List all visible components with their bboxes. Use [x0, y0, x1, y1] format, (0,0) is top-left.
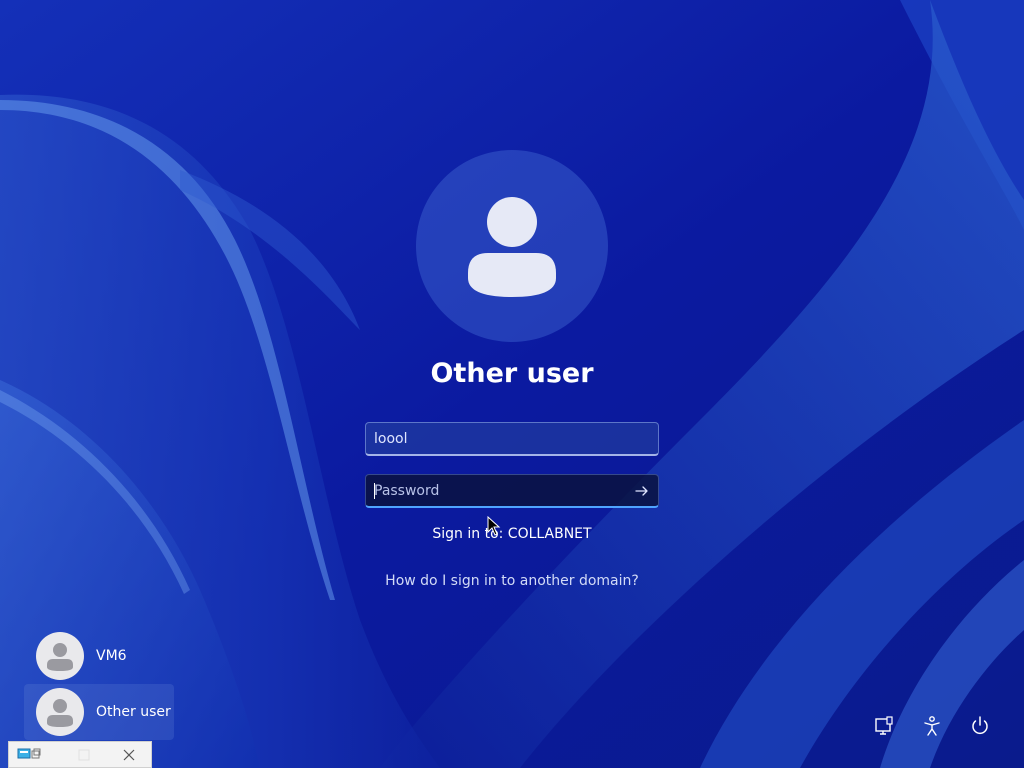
arrow-right-icon	[635, 486, 648, 496]
username-field-container	[365, 422, 659, 456]
network-icon	[875, 716, 893, 735]
person-icon	[47, 699, 73, 727]
system-buttons	[868, 712, 998, 740]
user-list: VM6 Other user	[24, 628, 174, 740]
user-list-item-label: VM6	[96, 648, 127, 664]
remote-connection-bar	[8, 741, 152, 768]
person-icon	[468, 197, 556, 297]
avatar	[36, 632, 84, 680]
remote-desktop-icon[interactable]	[17, 748, 41, 762]
network-button[interactable]	[870, 712, 898, 740]
user-title: Other user	[430, 358, 594, 389]
text-caret	[374, 483, 375, 499]
close-icon[interactable]	[120, 746, 138, 764]
maximize-icon[interactable]	[75, 746, 93, 764]
user-list-item-label: Other user	[96, 704, 171, 720]
submit-button[interactable]	[632, 481, 652, 501]
user-list-item-vm6[interactable]: VM6	[24, 628, 174, 684]
accessibility-button[interactable]	[918, 712, 946, 740]
sign-in-domain-text: Sign in to: COLLABNET	[432, 526, 592, 542]
user-avatar-large	[416, 150, 608, 342]
power-button[interactable]	[966, 712, 994, 740]
user-list-item-other-user[interactable]: Other user	[24, 684, 174, 740]
avatar	[36, 688, 84, 736]
person-icon	[47, 643, 73, 671]
password-field-container	[365, 474, 659, 508]
username-input[interactable]	[374, 423, 624, 455]
power-icon	[972, 716, 988, 735]
another-domain-link[interactable]: How do I sign in to another domain?	[312, 573, 712, 589]
password-input[interactable]	[374, 475, 624, 507]
accessibility-icon	[924, 716, 940, 736]
